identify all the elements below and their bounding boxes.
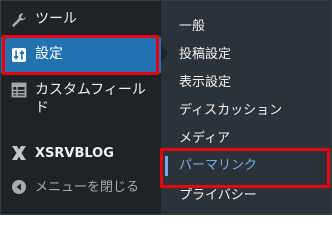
admin-sidebar: ツール 設定 カスタムフィールド XSRVBLOG メニューを閉じる <box>1 1 161 214</box>
submenu-item-general[interactable]: 一般 <box>161 15 331 39</box>
wrench-icon <box>9 10 29 30</box>
submenu-item-label: ディスカッション <box>179 103 283 118</box>
submenu-item-media[interactable]: メディア <box>161 127 331 151</box>
admin-menu-frame: ツール 設定 カスタムフィールド XSRVBLOG メニューを閉じる 一般 投稿… <box>0 0 332 215</box>
collapse-menu-label: メニューを閉じる <box>35 180 140 195</box>
sidebar-item-custom-fields[interactable]: カスタムフィールド <box>1 79 161 119</box>
collapse-arrow-icon <box>9 177 29 197</box>
submenu-item-discussion[interactable]: ディスカッション <box>161 99 331 123</box>
settings-sliders-icon <box>9 45 29 65</box>
x-logo-icon <box>9 143 29 163</box>
submenu-item-label: メディア <box>179 131 231 146</box>
table-grid-icon <box>9 80 29 100</box>
sidebar-item-tools[interactable]: ツール <box>1 9 161 31</box>
active-indicator <box>165 156 168 176</box>
submenu-item-privacy[interactable]: プライバシー <box>161 182 331 206</box>
submenu-item-label: プライバシー <box>179 188 257 203</box>
sidebar-item-label: ツール <box>35 11 77 27</box>
collapse-menu-button[interactable]: メニューを閉じる <box>1 175 161 199</box>
submenu-item-label: 表示設定 <box>179 75 232 90</box>
submenu-item-writing[interactable]: 投稿設定 <box>161 43 331 67</box>
sidebar-item-xsrvblog[interactable]: XSRVBLOG <box>1 141 161 165</box>
sidebar-item-label: カスタムフィールド <box>35 82 146 116</box>
sidebar-item-label: 設定 <box>35 46 63 62</box>
submenu-item-label: パーマリンク <box>179 158 258 173</box>
settings-submenu: 一般 投稿設定 表示設定 ディスカッション メディア パーマリンク プライバシー <box>161 1 331 214</box>
sidebar-item-settings[interactable]: 設定 <box>1 37 161 73</box>
sidebar-item-label: XSRVBLOG <box>35 146 114 161</box>
submenu-item-reading[interactable]: 表示設定 <box>161 71 331 95</box>
submenu-item-label: 投稿設定 <box>179 47 232 62</box>
submenu-item-label: 一般 <box>179 19 206 34</box>
submenu-item-permalink[interactable]: パーマリンク <box>161 154 331 178</box>
